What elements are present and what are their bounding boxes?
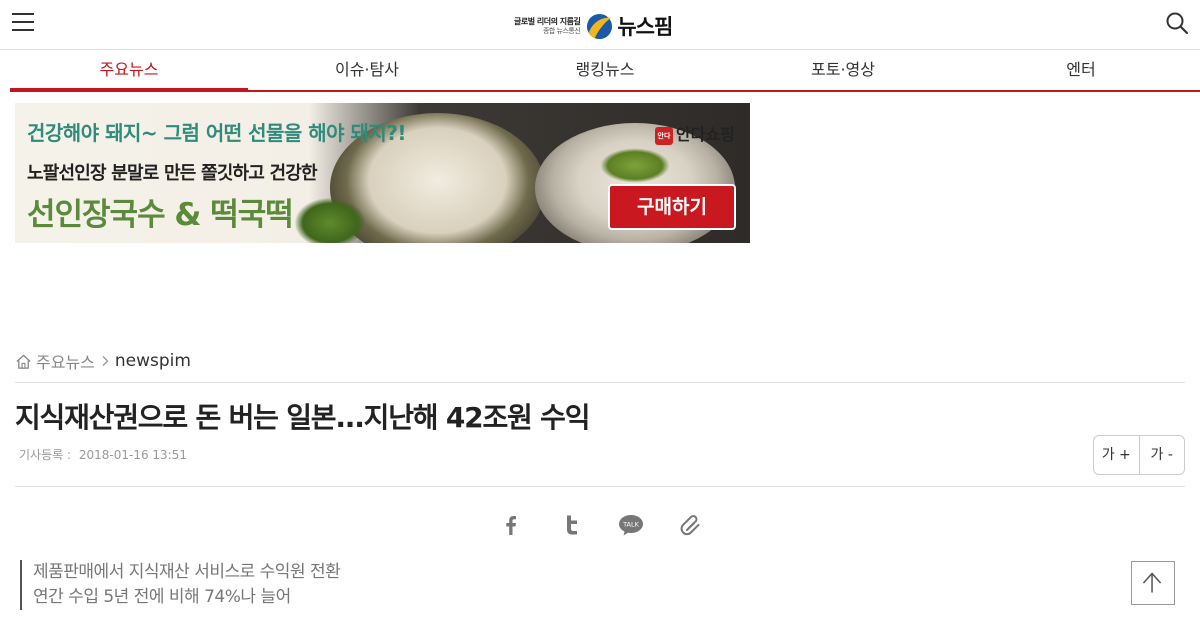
ad-banner[interactable]: 건강해야 돼지~ 그럼 어떤 선물을 해야 돼지?! 노팔선인장 분말로 만든 … [15,103,750,243]
logo-name: 뉴스핌 [617,15,673,39]
divider [15,382,1185,383]
font-decrease-button[interactable]: 가 - [1138,436,1185,474]
article-date-label: 기사등록 : [19,448,72,462]
hamburger-menu-icon[interactable] [12,13,34,33]
ad-brand-stamp-icon: 안다 [655,126,673,145]
summary-line: 제품판매에서 지식재산 서비스로 수익원 전환 [33,562,341,582]
ad-subline: 노팔선인장 분말로 만든 쫄깃하고 건강한 [27,163,318,184]
site-logo[interactable]: 글로벌 리더의 지름길 종합 뉴스통신 뉴스핌 [514,11,673,41]
nav-tab-main-news[interactable]: 주요뉴스 [10,51,248,92]
ad-brand-name: 안다쇼핑 [676,125,735,144]
ad-brand: 안다 안다쇼핑 [655,121,735,145]
breadcrumb: 주요뉴스 newspim [15,349,191,373]
logo-slogan: 글로벌 리더의 지름길 종합 뉴스통신 [514,16,581,36]
logo-slogan-line2: 종합 뉴스통신 [542,26,581,35]
ad-buy-button[interactable]: 구매하기 [608,184,736,230]
scroll-top-button[interactable] [1131,561,1175,605]
arrow-up-icon [1142,572,1162,593]
ad-headline: 건강해야 돼지~ 그럼 어떤 선물을 해야 돼지?! [27,121,407,145]
kakaotalk-icon[interactable]: TALK [618,512,644,538]
nav-tab-photo-video[interactable]: 포토·영상 [724,51,962,90]
search-icon[interactable] [1165,11,1189,35]
article-title: 지식재산권으로 돈 버는 일본...지난해 42조원 수익 [15,401,590,434]
summary-line: 연간 수입 5년 전에 비해 74%나 늘어 [33,587,291,607]
chevron-right-icon [102,356,109,366]
font-increase-button[interactable]: 가 + [1094,436,1139,474]
font-size-control: 가 + 가 - [1093,435,1185,475]
article-summary: 제품판매에서 지식재산 서비스로 수익원 전환 연간 수입 5년 전에 비해 7… [20,560,341,610]
kakaotalk-icon-text: TALK [622,521,640,529]
twitter-icon[interactable] [559,512,585,538]
ad-product-name: 선인장국수 & 떡국떡 [27,197,294,233]
divider [15,486,1185,487]
breadcrumb-home-link[interactable]: 주요뉴스 [36,349,95,373]
breadcrumb-current: newspim [114,351,191,371]
ad-garnish-image [600,148,670,183]
home-icon [16,353,31,369]
main-nav: 주요뉴스 이슈·탐사 랭킹뉴스 포토·영상 엔터 [10,51,1200,92]
logo-slogan-line1: 글로벌 리더의 지름길 [514,16,581,26]
nav-tab-entertainment[interactable]: 엔터 [962,51,1200,90]
nav-tab-issue[interactable]: 이슈·탐사 [248,51,486,90]
article-date: 2018-01-16 13:51 [78,448,187,462]
link-clip-icon[interactable] [678,512,704,538]
ad-leaf-image [295,198,365,243]
facebook-icon[interactable] [498,512,524,538]
article-meta: 기사등록 : 2018-01-16 13:51 [19,446,187,463]
nav-tab-ranking[interactable]: 랭킹뉴스 [486,51,724,90]
logo-mark-icon [587,13,613,39]
site-header: 글로벌 리더의 지름길 종합 뉴스통신 뉴스핌 [0,0,1200,50]
